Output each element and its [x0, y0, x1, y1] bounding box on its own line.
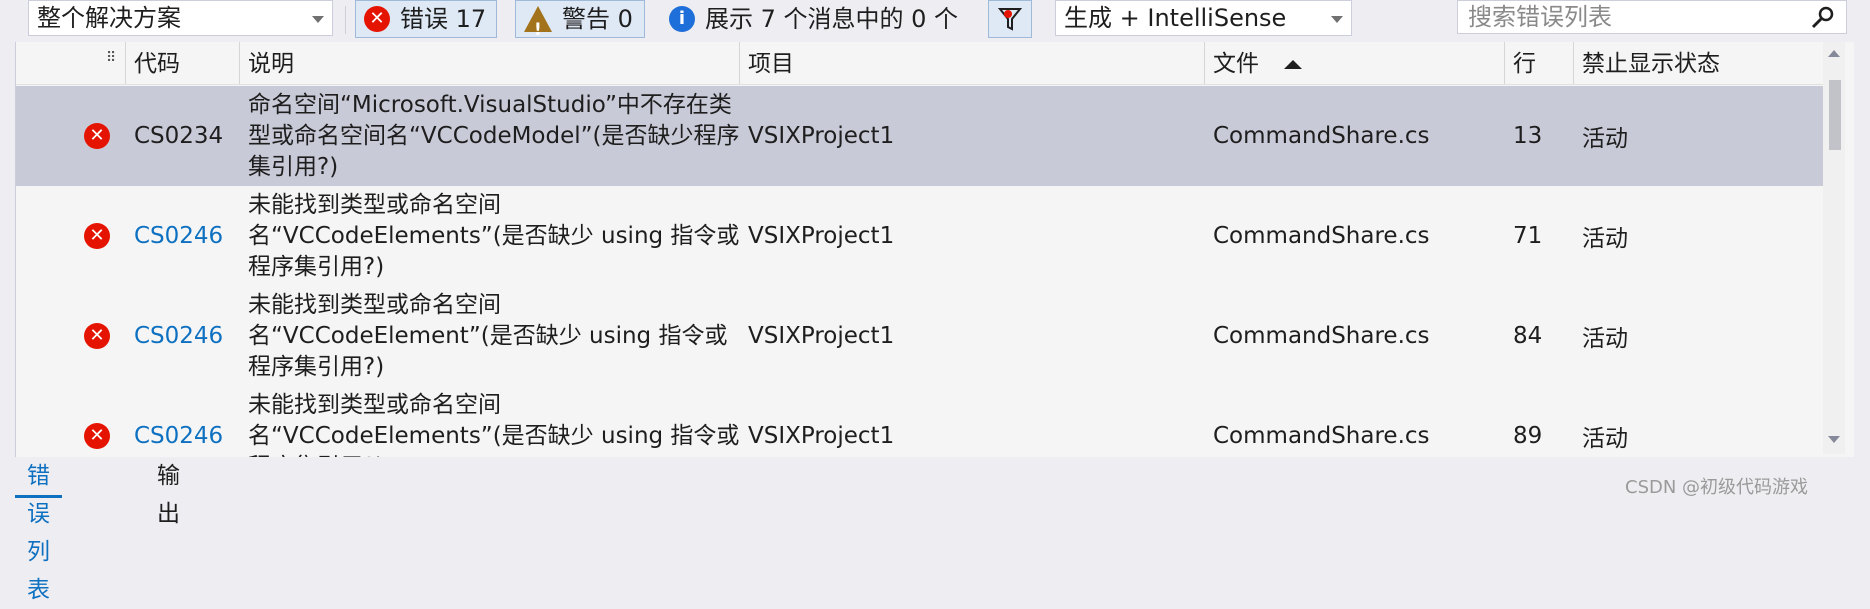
header-suppression-state[interactable]: 禁止显示状态	[1574, 42, 1829, 84]
error-icon: ✕	[84, 423, 110, 449]
error-icon: ✕	[84, 123, 110, 149]
header-project[interactable]: 项目	[740, 42, 1205, 84]
search-placeholder: 搜索错误列表	[1468, 3, 1612, 31]
header-file[interactable]: 文件	[1205, 42, 1505, 84]
error-code-link[interactable]: CS0246	[126, 186, 240, 286]
column-header-row: ⠿ 代码 说明 项目 文件 行 禁止显示状态	[16, 42, 1831, 85]
error-suppression-state: 活动	[1582, 126, 1628, 152]
error-icon: ✕	[84, 323, 110, 349]
watermark: CSDN @初级代码游戏	[1625, 477, 1809, 498]
build-source-dropdown[interactable]: 生成 + IntelliSense	[1055, 0, 1352, 36]
errors-filter-button[interactable]: ✕ 错误 17	[355, 0, 497, 38]
row-icon-cell: ✕	[76, 386, 126, 457]
header-code[interactable]: 代码	[126, 42, 240, 84]
scroll-down-icon[interactable]	[1828, 436, 1840, 443]
error-description: 未能找到类型或命名空间名“VCCodeElements”(是否缺少 using …	[248, 191, 740, 280]
header-icon-column[interactable]: ⠿	[16, 42, 126, 84]
chevron-down-icon	[1331, 16, 1343, 23]
messages-filter-label: 展示 7 个消息中的 0 个	[705, 5, 959, 33]
error-list-toolbar: 整个解决方案 ✕ 错误 17 ! 警告 0 i 展示 7 个消息中的 0 个 生…	[0, 0, 1870, 42]
error-list-grid: ⠿ 代码 说明 项目 文件 行 禁止显示状态 ✕ CS0234 命名空间“Mic…	[15, 42, 1854, 457]
error-suppression-state: 活动	[1582, 426, 1628, 452]
errors-filter-label: 错误 17	[400, 5, 487, 33]
error-line: 84	[1513, 323, 1543, 349]
column-options-icon: ⠿	[106, 50, 117, 66]
error-file: CommandShare.cs	[1213, 123, 1430, 149]
error-project: VSIXProject1	[748, 223, 895, 249]
error-line: 13	[1513, 123, 1543, 149]
table-row[interactable]: ✕ CS0246 未能找到类型或命名空间名“VCCodeElement”(是否缺…	[16, 286, 1831, 386]
table-row[interactable]: ✕ CS0234 命名空间“Microsoft.VisualStudio”中不存…	[16, 86, 1831, 186]
filter-button[interactable]	[988, 0, 1032, 38]
table-row[interactable]: ✕ CS0246 未能找到类型或命名空间名“VCCodeElements”(是否…	[16, 186, 1831, 286]
error-description-cell: 未能找到类型或命名空间名“VCCodeElements”(是否缺少 using …	[240, 186, 740, 286]
header-description[interactable]: 说明	[240, 42, 740, 84]
sort-ascending-icon	[1284, 60, 1303, 69]
error-file: CommandShare.cs	[1213, 423, 1430, 449]
error-description: 未能找到类型或命名空间名“VCCodeElements”(是否缺少 using …	[248, 391, 740, 458]
table-row[interactable]: ✕ CS0246 未能找到类型或命名空间名“VCCodeElements”(是否…	[16, 386, 1831, 457]
info-icon: i	[669, 6, 695, 32]
header-file-label: 文件	[1213, 51, 1259, 77]
error-line: 89	[1513, 423, 1543, 449]
search-icon	[1811, 6, 1834, 29]
warnings-filter-label: 警告 0	[562, 5, 633, 33]
row-icon-cell: ✕	[76, 186, 126, 286]
scope-value: 整个解决方案	[37, 4, 181, 32]
row-icon-cell: ✕	[76, 286, 126, 386]
error-suppression-state: 活动	[1582, 226, 1628, 252]
vertical-scrollbar[interactable]	[1823, 42, 1845, 454]
header-line[interactable]: 行	[1505, 42, 1574, 84]
row-icon-cell: ✕	[76, 86, 126, 186]
error-description-cell: 命名空间“Microsoft.VisualStudio”中不存在类型或命名空间名…	[240, 86, 740, 186]
error-description-cell: 未能找到类型或命名空间名“VCCodeElement”(是否缺少 using 指…	[240, 286, 740, 386]
error-file: CommandShare.cs	[1213, 223, 1430, 249]
messages-filter-button[interactable]: i 展示 7 个消息中的 0 个	[660, 0, 960, 38]
scroll-up-icon[interactable]	[1828, 50, 1840, 57]
scrollbar-thumb[interactable]	[1829, 80, 1841, 150]
error-icon: ✕	[84, 223, 110, 249]
error-suppression-state: 活动	[1582, 326, 1628, 352]
error-project: VSIXProject1	[748, 423, 895, 449]
warning-icon: !	[524, 6, 552, 40]
error-code[interactable]: CS0234	[126, 86, 240, 186]
toolbar-separator	[345, 6, 346, 34]
error-line: 71	[1513, 223, 1543, 249]
error-project: VSIXProject1	[748, 123, 895, 149]
error-project: VSIXProject1	[748, 323, 895, 349]
funnel-icon	[997, 8, 1023, 31]
scope-dropdown[interactable]: 整个解决方案	[28, 0, 333, 36]
error-code-link[interactable]: CS0246	[126, 286, 240, 386]
tab-error-list[interactable]: 错误列表	[15, 457, 62, 603]
chevron-down-icon	[312, 16, 324, 23]
build-source-value: 生成 + IntelliSense	[1064, 4, 1287, 32]
error-icon: ✕	[364, 6, 390, 32]
error-description: 命名空间“Microsoft.VisualStudio”中不存在类型或命名空间名…	[248, 91, 740, 180]
tab-output[interactable]: 输出	[145, 457, 192, 527]
error-file: CommandShare.cs	[1213, 323, 1430, 349]
error-description-cell: 未能找到类型或命名空间名“VCCodeElements”(是否缺少 using …	[240, 386, 740, 458]
error-description: 未能找到类型或命名空间名“VCCodeElement”(是否缺少 using 指…	[248, 291, 728, 380]
warnings-filter-button[interactable]: ! 警告 0	[515, 0, 645, 40]
search-input[interactable]: 搜索错误列表	[1457, 0, 1847, 34]
error-code-link[interactable]: CS0246	[126, 386, 240, 457]
